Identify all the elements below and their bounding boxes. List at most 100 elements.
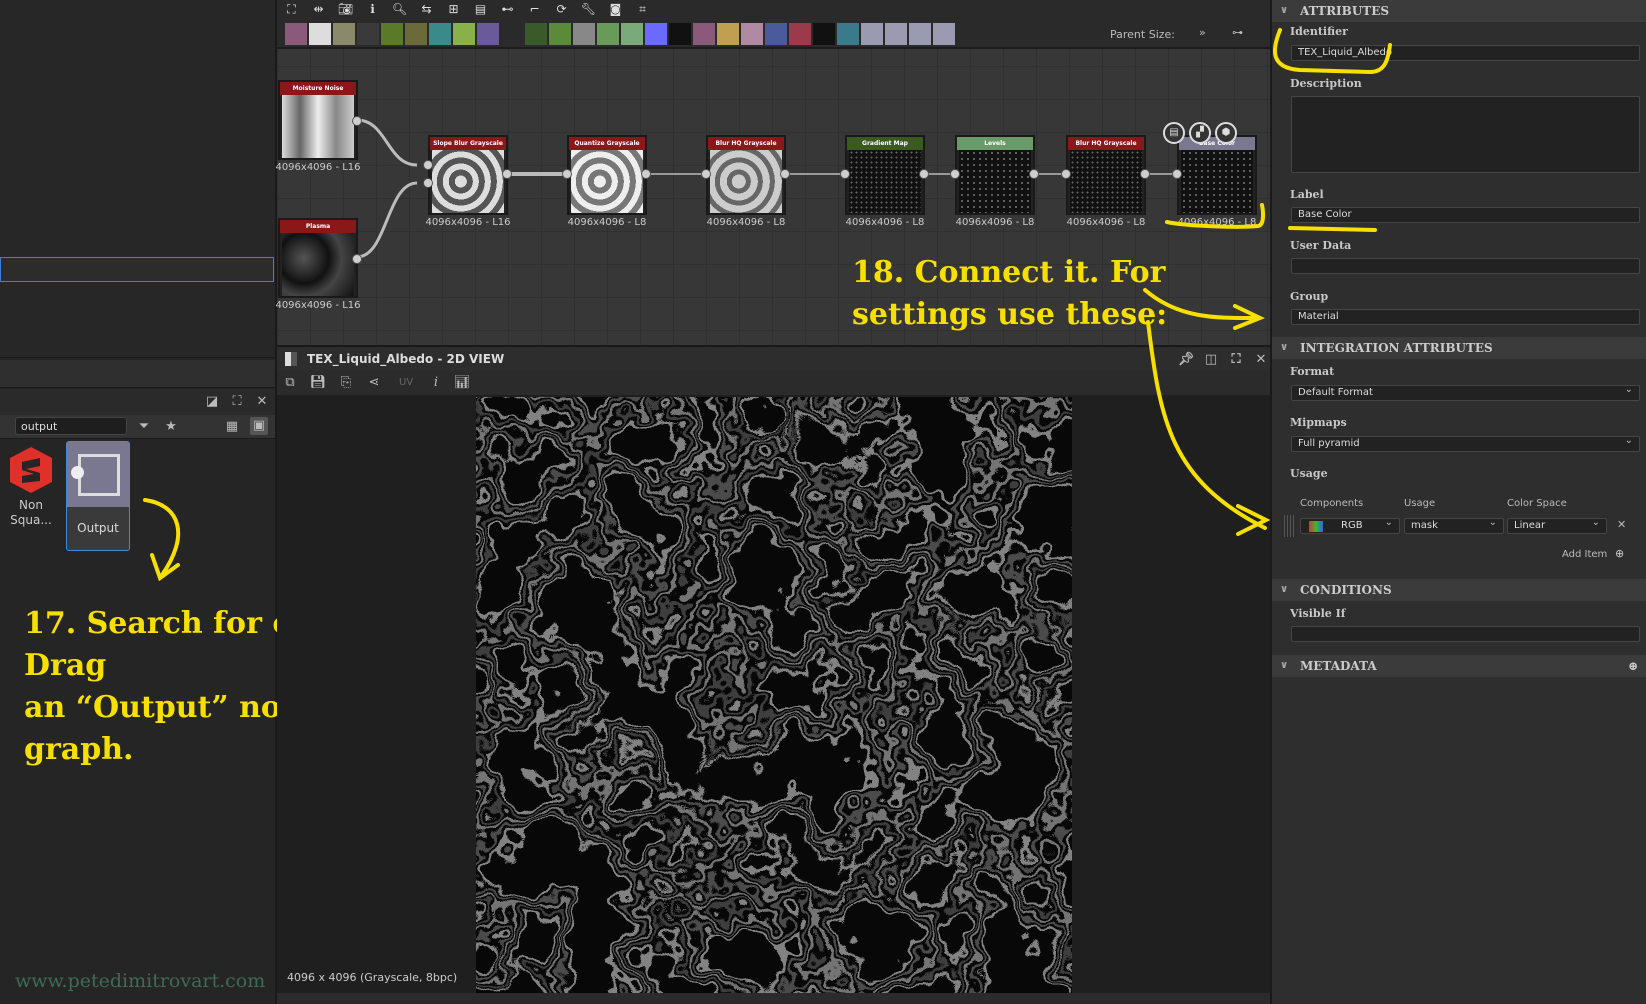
left-panel: ◪ ⛶ ✕ ⏷ ★ ▦ ▣ Non Squa... Output 17. Sea…: [0, 0, 431, 1004]
2d-view-panel: TEX_Liquid_Albedo - 2D VIEW 📌︎ ◫ ⛶ ✕ ⧉ 💾…: [277, 349, 1270, 1004]
2d-view-bottom-bar: [277, 993, 1270, 1004]
node-port[interactable]: [562, 169, 572, 179]
node-port[interactable]: [840, 169, 850, 179]
section-conditions[interactable]: ∨ CONDITIONS: [1272, 579, 1646, 601]
node-title: Slope Blur Grayscale: [430, 137, 506, 150]
node-port[interactable]: [423, 160, 433, 170]
close-icon[interactable]: ✕: [1252, 351, 1270, 369]
chevron-down-icon: ∨: [1280, 660, 1289, 671]
group-label: Group: [1290, 290, 1329, 303]
identifier-field[interactable]: TEX_Liquid_Albedo: [1291, 45, 1640, 61]
node-thumbnail: [1181, 150, 1253, 213]
maximize-icon[interactable]: ⛶: [1227, 351, 1245, 369]
usage-label: Usage: [1290, 467, 1328, 480]
grid-view-icon[interactable]: ▦: [223, 418, 241, 436]
library-header: ◪ ⛶ ✕: [0, 389, 275, 415]
filter-icon[interactable]: ⏷: [135, 418, 153, 436]
mipmaps-dropdown[interactable]: Full pyramid: [1291, 434, 1640, 452]
node-port[interactable]: [1061, 169, 1071, 179]
cube-icon[interactable]: ⬢: [1215, 122, 1237, 144]
description-label: Description: [1290, 77, 1362, 90]
pin-icon[interactable]: 📌︎: [1177, 351, 1195, 369]
node-thumbnail: [571, 150, 643, 213]
checker-icon[interactable]: ▞: [1189, 122, 1211, 144]
preview-icon[interactable]: ▣: [250, 417, 268, 435]
add-metadata-icon[interactable]: ⊕: [1628, 655, 1638, 677]
graph-node[interactable]: Slope Blur Grayscale: [428, 135, 508, 215]
dock-icon[interactable]: ◫: [1202, 351, 1220, 369]
usage-dropdown[interactable]: mask: [1404, 516, 1504, 534]
rgb-swatch-icon: [1309, 521, 1323, 532]
label-field[interactable]: Base Color: [1291, 207, 1640, 223]
node-port[interactable]: [1029, 169, 1039, 179]
node-title: Blur HQ Grayscale: [1068, 137, 1144, 150]
description-field[interactable]: [1291, 96, 1640, 173]
section-integration-attributes[interactable]: ∨ INTEGRATION ATTRIBUTES: [1272, 337, 1646, 359]
remove-item-icon[interactable]: ✕: [1617, 518, 1626, 531]
close-icon[interactable]: ✕: [253, 393, 271, 411]
selected-row[interactable]: [0, 257, 274, 282]
save-icon[interactable]: 💾︎: [309, 374, 327, 392]
visible-if-label: Visible If: [1290, 607, 1346, 620]
visible-if-field[interactable]: [1291, 626, 1640, 642]
properties-panel: ∨ ATTRIBUTES Identifier TEX_Liquid_Albedo…: [1270, 0, 1646, 1004]
node-port[interactable]: [502, 169, 512, 179]
node-port[interactable]: [352, 254, 362, 264]
format-dropdown[interactable]: Default Format: [1291, 383, 1640, 401]
copy-view-icon[interactable]: ⧉: [281, 374, 299, 392]
node-port[interactable]: [701, 169, 711, 179]
annotation-line: settings use these:: [852, 297, 1168, 332]
image-status: 4096 x 4096 (Grayscale, 8bpc): [287, 971, 458, 984]
group-field[interactable]: Material: [1291, 309, 1640, 325]
graph-node[interactable]: Levels: [955, 135, 1035, 215]
library-item-non-square[interactable]: Non Squa...: [8, 445, 58, 535]
graph-node[interactable]: Plasma: [278, 218, 358, 298]
graph-node[interactable]: Blur HQ Grayscale: [706, 135, 786, 215]
user-data-field[interactable]: [1291, 258, 1640, 274]
maximize-icon[interactable]: ⛶: [228, 393, 246, 411]
node-port[interactable]: [641, 169, 651, 179]
info-icon[interactable]: i: [427, 374, 445, 392]
node-port[interactable]: [1172, 169, 1182, 179]
graph-node[interactable]: Blur HQ Grayscale: [1066, 135, 1146, 215]
node-port[interactable]: [1140, 169, 1150, 179]
node-port[interactable]: [950, 169, 960, 179]
graph-node[interactable]: Base Color: [1177, 135, 1257, 215]
document-icon[interactable]: ▤: [1163, 122, 1185, 144]
uv-dropdown[interactable]: UV: [399, 377, 413, 388]
section-attributes[interactable]: ∨ ATTRIBUTES: [1272, 0, 1646, 22]
graph-node[interactable]: Quantize Grayscale: [567, 135, 647, 215]
node-port[interactable]: [352, 116, 362, 126]
texture-preview[interactable]: [476, 397, 1072, 993]
section-metadata[interactable]: ∨ METADATA ⊕: [1272, 655, 1646, 677]
colorspace-dropdown[interactable]: Linear: [1507, 516, 1607, 534]
components-dropdown[interactable]: RGB: [1300, 516, 1400, 534]
node-port[interactable]: [780, 169, 790, 179]
library-item-label: Non Squa...: [10, 498, 52, 527]
add-icon[interactable]: ⊕: [1615, 547, 1624, 560]
favorite-add-icon[interactable]: ★: [162, 418, 180, 436]
panel-separator: [0, 360, 275, 388]
label-label: Label: [1290, 188, 1324, 201]
annotation-line: 18. Connect it. For: [852, 255, 1166, 290]
graph-node[interactable]: Gradient Map: [845, 135, 925, 215]
histogram-icon[interactable]: 📊︎: [453, 374, 471, 392]
node-thumbnail: [1070, 150, 1142, 213]
node-port[interactable]: [423, 178, 433, 188]
add-item-button[interactable]: Add Item: [1562, 549, 1607, 560]
node-port[interactable]: [919, 169, 929, 179]
components-value: RGB: [1341, 520, 1363, 531]
library-search-input[interactable]: [15, 417, 127, 435]
node-resolution: 4096x4096 - L16: [275, 162, 361, 173]
dock-icon[interactable]: ◪: [203, 393, 221, 411]
chevron-down-icon: ∨: [1280, 342, 1289, 353]
drag-handle[interactable]: [1284, 515, 1294, 537]
graph-node[interactable]: Moisture Noise: [278, 80, 358, 160]
node-resolution: 4096x4096 - L8: [706, 217, 786, 228]
library-item-output[interactable]: Output: [66, 441, 130, 551]
share-icon[interactable]: ⋖: [365, 374, 383, 392]
export-icon[interactable]: ⎘: [337, 374, 355, 392]
view-icon: [285, 352, 297, 366]
node-resolution: 4096x4096 - L8: [845, 217, 925, 228]
mipmaps-label: Mipmaps: [1290, 416, 1347, 429]
